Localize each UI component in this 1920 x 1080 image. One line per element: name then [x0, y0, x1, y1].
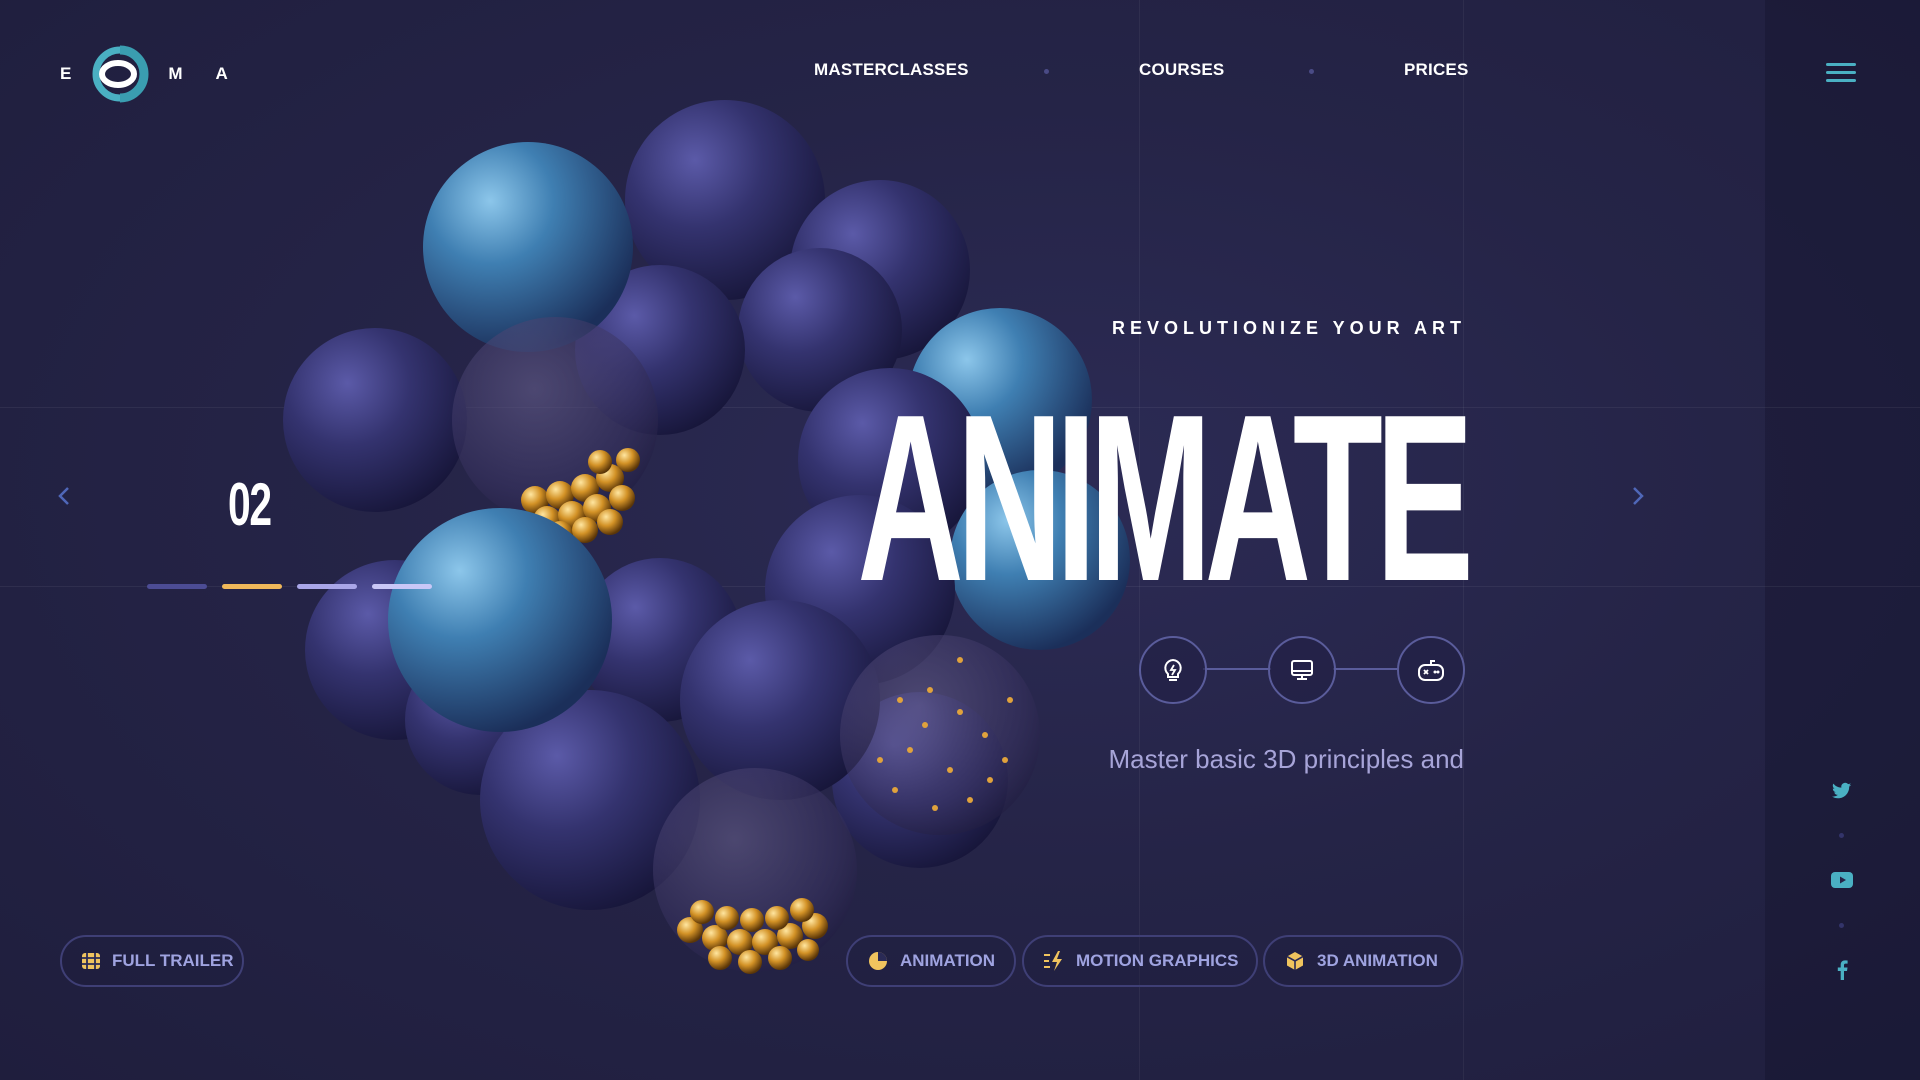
social-separator: [1839, 923, 1844, 928]
slide-number: 02: [228, 471, 272, 538]
tag-3d-animation[interactable]: 3D ANIMATION: [1263, 935, 1463, 987]
facebook-icon[interactable]: [1830, 958, 1854, 982]
social-separator: [1839, 833, 1844, 838]
hero-eyebrow: REVOLUTIONIZE YOUR ART: [1111, 318, 1466, 338]
tag-label: 3D ANIMATION: [1317, 951, 1438, 970]
logo-letter: E: [60, 64, 73, 83]
feature-connector: [1333, 668, 1399, 670]
nav-separator: [1309, 69, 1314, 74]
feature-connector: [1203, 668, 1271, 670]
hero-description: Master basic 3D principles and: [1108, 744, 1465, 774]
logo-letter: M: [168, 64, 184, 83]
slide-progress-bar[interactable]: [372, 584, 432, 589]
chevron-right-icon[interactable]: [1626, 485, 1648, 507]
tag-label: MOTION GRAPHICS: [1076, 951, 1239, 970]
cube-icon: [1283, 949, 1307, 973]
logo-letter: A: [215, 64, 229, 83]
slide-progress-bar[interactable]: [297, 584, 357, 589]
slide-progress-bar[interactable]: [147, 584, 207, 589]
full-trailer-label: FULL TRAILER: [112, 951, 234, 970]
film-icon: [80, 949, 102, 973]
slide-progress-bar[interactable]: [222, 584, 282, 589]
pie-icon: [866, 949, 890, 973]
lightning-list-icon: [1042, 949, 1066, 973]
hamburger-menu-icon[interactable]: [1826, 63, 1856, 83]
tag-label: ANIMATION: [900, 951, 996, 970]
tag-motion-graphics[interactable]: MOTION GRAPHICS: [1022, 935, 1258, 987]
gamepad-icon[interactable]: [1397, 636, 1465, 704]
hero-title: ANIMATE: [856, 366, 1474, 631]
logo[interactable]: E M A: [60, 44, 229, 104]
full-trailer-button[interactable]: FULL TRAILER: [60, 935, 244, 987]
twitter-icon[interactable]: [1830, 779, 1854, 803]
nav-item-prices[interactable]: PRICES: [1404, 60, 1469, 80]
nav-item-courses[interactable]: COURSES: [1139, 60, 1224, 80]
nav-separator: [1044, 69, 1049, 74]
nav-item-masterclasses[interactable]: MASTERCLASSES: [814, 60, 969, 80]
logo-mark-icon: [92, 45, 149, 103]
lightbulb-icon[interactable]: [1139, 636, 1207, 704]
monitor-icon[interactable]: [1268, 636, 1336, 704]
youtube-icon[interactable]: [1830, 868, 1854, 892]
chevron-left-icon[interactable]: [54, 485, 76, 507]
tag-animation[interactable]: ANIMATION: [846, 935, 1016, 987]
